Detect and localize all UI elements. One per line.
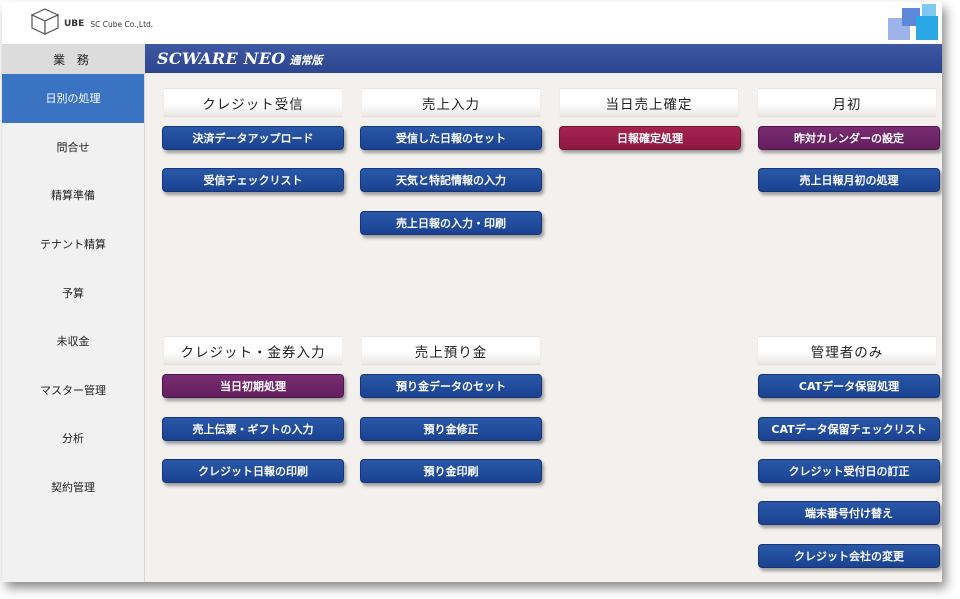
sidebar-header: 業 務 [2, 44, 144, 74]
sidebar-item-daily[interactable]: 日別の処理 [2, 74, 144, 123]
sidebar: 業 務 日別の処理 問合せ 精算準備 テナント精算 予算 未収金 マスター管理 … [2, 44, 145, 582]
brand-edition: 通常版 [289, 54, 323, 67]
section-title-admin-only: 管理者のみ [758, 336, 936, 364]
cat-data-hold-checklist-button[interactable]: CATデータ保留チェックリスト [758, 417, 940, 441]
section-title-credit-receive: クレジット受信 [164, 88, 342, 116]
section-title-sales-input: 売上入力 [362, 88, 540, 116]
report-confirm-button[interactable]: 日報確定処理 [559, 126, 741, 150]
set-deposit-data-button[interactable]: 預り金データのセット [360, 374, 542, 398]
sidebar-item-analysis[interactable]: 分析 [2, 414, 144, 463]
logo-word: UBE [64, 19, 85, 29]
daily-initial-process-button[interactable]: 当日初期処理 [162, 374, 344, 398]
deposit-print-button[interactable]: 預り金印刷 [360, 459, 542, 483]
upload-payment-data-button[interactable]: 決済データアップロード [162, 126, 344, 150]
sidebar-item-receivables[interactable]: 未収金 [2, 317, 144, 366]
credit-date-correction-button[interactable]: クレジット受付日の訂正 [758, 459, 940, 483]
sidebar-item-contract[interactable]: 契約管理 [2, 463, 144, 512]
sidebar-item-budget[interactable]: 予算 [2, 268, 144, 317]
cube-logo-icon [30, 8, 60, 35]
brand-name: SCWARE NEO [157, 49, 286, 68]
sidebar-item-tenant-settlement[interactable]: テナント精算 [2, 220, 144, 269]
deposit-edit-button[interactable]: 預り金修正 [360, 417, 542, 441]
cubes-graphic-icon [888, 4, 938, 40]
month-start-report-button[interactable]: 売上日報月初の処理 [758, 168, 940, 192]
brand-header: SCWARE NEO 通常版 [145, 44, 942, 73]
receive-checklist-button[interactable]: 受信チェックリスト [162, 168, 344, 192]
set-received-report-button[interactable]: 受信した日報のセット [360, 126, 542, 150]
terminal-number-reassign-button[interactable]: 端末番号付け替え [758, 501, 940, 525]
section-title-daily-confirm: 当日売上確定 [560, 88, 738, 116]
section-title-sales-deposit: 売上預り金 [362, 336, 540, 364]
sidebar-item-inquiry[interactable]: 問合せ [2, 123, 144, 172]
yoy-calendar-setting-button[interactable]: 昨対カレンダーの設定 [758, 126, 940, 150]
section-title-credit-voucher: クレジット・金券入力 [164, 336, 342, 364]
weather-notes-input-button[interactable]: 天気と特記情報の入力 [360, 168, 542, 192]
top-bar: UBE SC Cube Co.,Ltd. [2, 2, 942, 44]
sales-slip-gift-input-button[interactable]: 売上伝票・ギフトの入力 [162, 417, 344, 441]
credit-company-change-button[interactable]: クレジット会社の変更 [758, 544, 940, 568]
cat-data-hold-button[interactable]: CATデータ保留処理 [758, 374, 940, 398]
company-name: SC Cube Co.,Ltd. [90, 19, 154, 29]
main-panel: SCWARE NEO 通常版 クレジット受信 売上入力 当日売上確定 月初 決済… [145, 44, 942, 582]
sales-report-input-print-button[interactable]: 売上日報の入力・印刷 [360, 211, 542, 235]
company-logo: UBE SC Cube Co.,Ltd. [28, 6, 153, 36]
app-window: UBE SC Cube Co.,Ltd. 業 務 日別の処理 問合せ 精算準備 … [2, 2, 942, 582]
sidebar-item-settlement-prep[interactable]: 精算準備 [2, 171, 144, 220]
sidebar-item-master[interactable]: マスター管理 [2, 366, 144, 415]
section-title-month-start: 月初 [758, 88, 936, 116]
credit-report-print-button[interactable]: クレジット日報の印刷 [162, 459, 344, 483]
